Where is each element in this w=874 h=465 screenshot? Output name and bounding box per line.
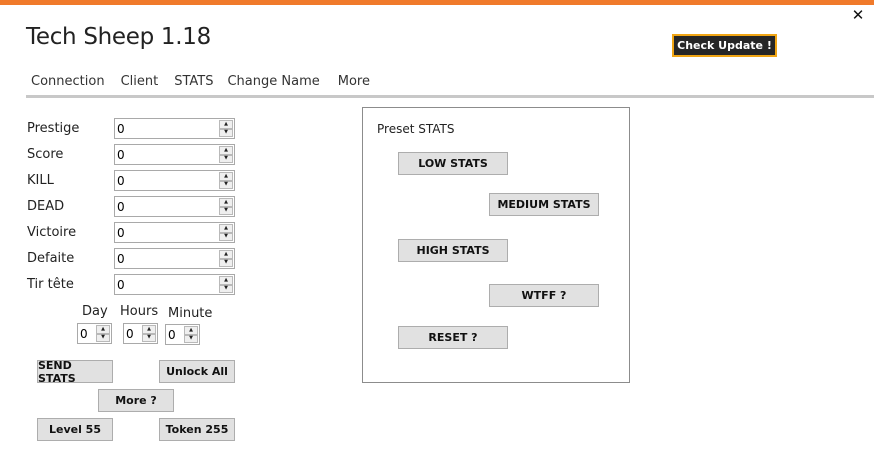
minute-label: Minute xyxy=(168,306,213,321)
up-arrow-icon[interactable]: ▲ xyxy=(219,120,233,129)
day-stepper[interactable]: ▲▼ xyxy=(77,323,112,344)
check-update-button[interactable]: Check Update ! xyxy=(672,34,777,57)
hours-stepper[interactable]: ▲▼ xyxy=(123,323,158,344)
down-arrow-icon[interactable]: ▼ xyxy=(219,284,233,293)
score-input[interactable] xyxy=(117,146,217,163)
up-arrow-icon[interactable]: ▲ xyxy=(219,224,233,233)
victoire-input[interactable] xyxy=(117,224,217,241)
dead-input[interactable] xyxy=(117,198,217,215)
tir-tete-label: Tir tête xyxy=(27,277,74,292)
reset-button[interactable]: RESET ? xyxy=(398,326,508,349)
tab-change-name[interactable]: Change Name xyxy=(222,72,324,96)
hours-input[interactable] xyxy=(126,325,142,342)
level-button[interactable]: Level 55 xyxy=(37,418,113,441)
down-arrow-icon[interactable]: ▼ xyxy=(219,258,233,267)
defaite-stepper[interactable]: ▲▼ xyxy=(114,248,235,269)
up-arrow-icon[interactable]: ▲ xyxy=(219,172,233,181)
down-arrow-icon[interactable]: ▼ xyxy=(219,154,233,163)
up-arrow-icon[interactable]: ▲ xyxy=(96,325,110,334)
up-arrow-icon[interactable]: ▲ xyxy=(219,250,233,259)
preset-stats-title: Preset STATS xyxy=(377,122,455,136)
unlock-all-button[interactable]: Unlock All xyxy=(159,360,235,383)
app-title: Tech Sheep 1.18 xyxy=(26,24,211,50)
kill-input[interactable] xyxy=(117,172,217,189)
down-arrow-icon[interactable]: ▼ xyxy=(142,333,156,342)
medium-stats-button[interactable]: MEDIUM STATS xyxy=(489,193,599,216)
close-icon[interactable]: ✕ xyxy=(850,6,866,24)
up-arrow-icon[interactable]: ▲ xyxy=(142,325,156,334)
tab-more[interactable]: More xyxy=(333,72,375,96)
up-arrow-icon[interactable]: ▲ xyxy=(219,146,233,155)
score-stepper[interactable]: ▲▼ xyxy=(114,144,235,165)
day-label: Day xyxy=(82,304,108,319)
wtff-button[interactable]: WTFF ? xyxy=(489,284,599,307)
tab-client[interactable]: Client xyxy=(116,72,164,96)
window-accent-bar xyxy=(0,0,874,5)
up-arrow-icon[interactable]: ▲ xyxy=(219,276,233,285)
prestige-input[interactable] xyxy=(117,120,217,137)
victoire-label: Victoire xyxy=(27,225,77,240)
kill-stepper[interactable]: ▲▼ xyxy=(114,170,235,191)
tab-connection[interactable]: Connection xyxy=(26,72,110,96)
defaite-label: Defaite xyxy=(27,251,75,266)
defaite-input[interactable] xyxy=(117,250,217,267)
token-button[interactable]: Token 255 xyxy=(159,418,235,441)
dead-stepper[interactable]: ▲▼ xyxy=(114,196,235,217)
tir-tete-input[interactable] xyxy=(117,276,217,293)
minute-stepper[interactable]: ▲▼ xyxy=(165,324,200,345)
kill-label: KILL xyxy=(27,173,54,188)
up-arrow-icon[interactable]: ▲ xyxy=(219,198,233,207)
minute-input[interactable] xyxy=(168,326,184,343)
down-arrow-icon[interactable]: ▼ xyxy=(184,334,198,343)
down-arrow-icon[interactable]: ▼ xyxy=(219,206,233,215)
low-stats-button[interactable]: LOW STATS xyxy=(398,152,508,175)
score-label: Score xyxy=(27,147,64,162)
tir-tete-stepper[interactable]: ▲▼ xyxy=(114,274,235,295)
down-arrow-icon[interactable]: ▼ xyxy=(96,333,110,342)
up-arrow-icon[interactable]: ▲ xyxy=(184,326,198,335)
tab-stats[interactable]: STATS xyxy=(169,72,219,98)
tab-divider xyxy=(26,95,874,98)
prestige-label: Prestige xyxy=(27,121,80,136)
down-arrow-icon[interactable]: ▼ xyxy=(219,232,233,241)
dead-label: DEAD xyxy=(27,199,65,214)
send-stats-button[interactable]: SEND STATS xyxy=(37,359,113,385)
more-button[interactable]: More ? xyxy=(98,389,174,412)
victoire-stepper[interactable]: ▲▼ xyxy=(114,222,235,243)
hours-label: Hours xyxy=(120,304,159,319)
prestige-stepper[interactable]: ▲▼ xyxy=(114,118,235,139)
high-stats-button[interactable]: HIGH STATS xyxy=(398,239,508,262)
down-arrow-icon[interactable]: ▼ xyxy=(219,180,233,189)
tab-bar: Connection Client STATS Change Name More xyxy=(26,72,375,98)
down-arrow-icon[interactable]: ▼ xyxy=(219,128,233,137)
day-input[interactable] xyxy=(80,325,96,342)
